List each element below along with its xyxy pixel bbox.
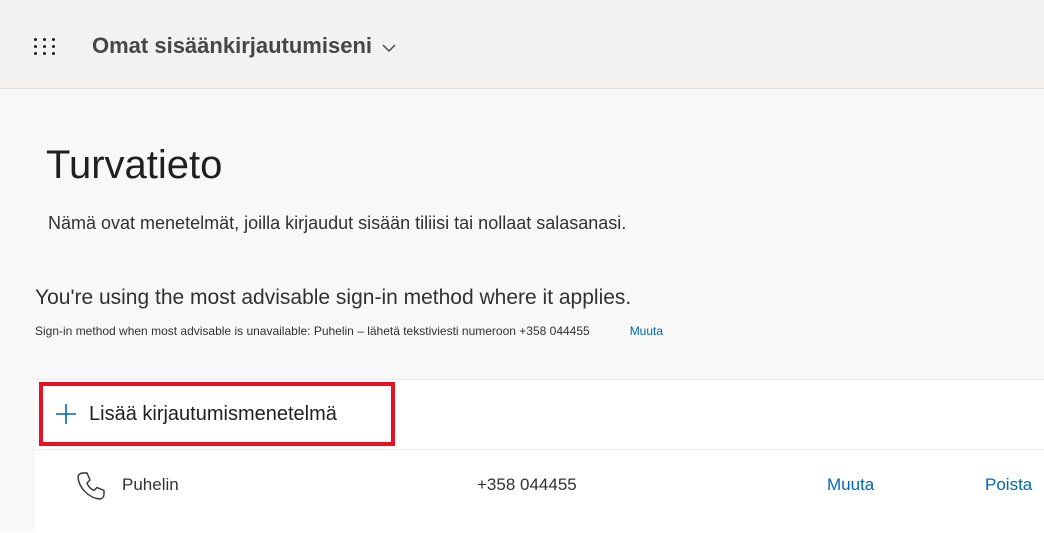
fallback-method-line: Sign-in method when most advisable is un… bbox=[35, 324, 663, 338]
plus-icon bbox=[56, 404, 76, 424]
method-delete-link[interactable]: Poista bbox=[985, 475, 1032, 495]
method-type: Puhelin bbox=[122, 475, 179, 494]
fallback-change-link[interactable]: Muuta bbox=[630, 324, 663, 338]
app-title-menu[interactable]: Omat sisäänkirjautumiseni bbox=[92, 33, 396, 59]
phone-icon bbox=[77, 472, 105, 500]
methods-panel: Lisää kirjautumismenetelmä Puhelin +358 … bbox=[35, 379, 1044, 533]
main-content: Turvatieto Nämä ovat menetelmät, joilla … bbox=[0, 89, 1044, 533]
method-change-link[interactable]: Muuta bbox=[827, 475, 874, 495]
app-title: Omat sisäänkirjautumiseni bbox=[92, 33, 372, 58]
method-row: Puhelin +358 044455 Muuta Poista bbox=[35, 450, 1044, 523]
waffle-icon[interactable] bbox=[34, 38, 60, 60]
advisable-method-text: You're using the most advisable sign-in … bbox=[35, 286, 632, 309]
fallback-method-text: Sign-in method when most advisable is un… bbox=[35, 324, 590, 338]
method-value: +358 044455 bbox=[477, 475, 577, 494]
page-title: Turvatieto bbox=[46, 143, 223, 187]
page-description: Nämä ovat menetelmät, joilla kirjaudut s… bbox=[48, 213, 627, 233]
add-method-label: Lisää kirjautumismenetelmä bbox=[89, 402, 337, 425]
chevron-down-icon bbox=[382, 44, 396, 53]
add-method-button[interactable]: Lisää kirjautumismenetelmä bbox=[39, 382, 395, 446]
top-bar: Omat sisäänkirjautumiseni bbox=[0, 0, 1044, 89]
